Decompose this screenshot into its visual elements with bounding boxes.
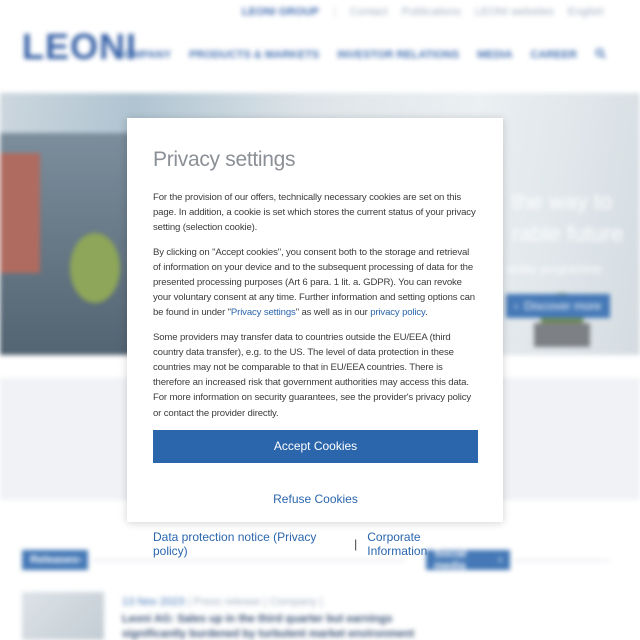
accept-cookies-button[interactable]: Accept Cookies xyxy=(153,429,478,463)
privacy-policy-link[interactable]: privacy policy xyxy=(370,307,425,318)
refuse-cookies-button[interactable]: Refuse Cookies xyxy=(153,492,478,506)
cookie-info-paragraph: For the provision of our offers, technic… xyxy=(153,192,476,234)
consent-text-3: . xyxy=(425,307,428,319)
third-country-paragraph: Some providers may transfer data to coun… xyxy=(153,331,472,419)
corporate-information-link[interactable]: Corporate Information xyxy=(367,530,478,558)
privacy-settings-link[interactable]: Privacy settings xyxy=(231,307,296,318)
privacy-settings-dialog: Privacy settings For the provision of ou… xyxy=(127,118,503,558)
footer-divider: | xyxy=(354,536,358,551)
dialog-footer-links: Data protection notice (Privacy policy) … xyxy=(153,530,478,558)
data-protection-notice-link[interactable]: Data protection notice (Privacy policy) xyxy=(153,530,344,558)
consent-text-2: " as well as in our xyxy=(295,307,371,319)
consent-paragraph: By clicking on "Accept cookies", you con… xyxy=(153,245,478,321)
dialog-title: Privacy settings xyxy=(153,148,296,171)
